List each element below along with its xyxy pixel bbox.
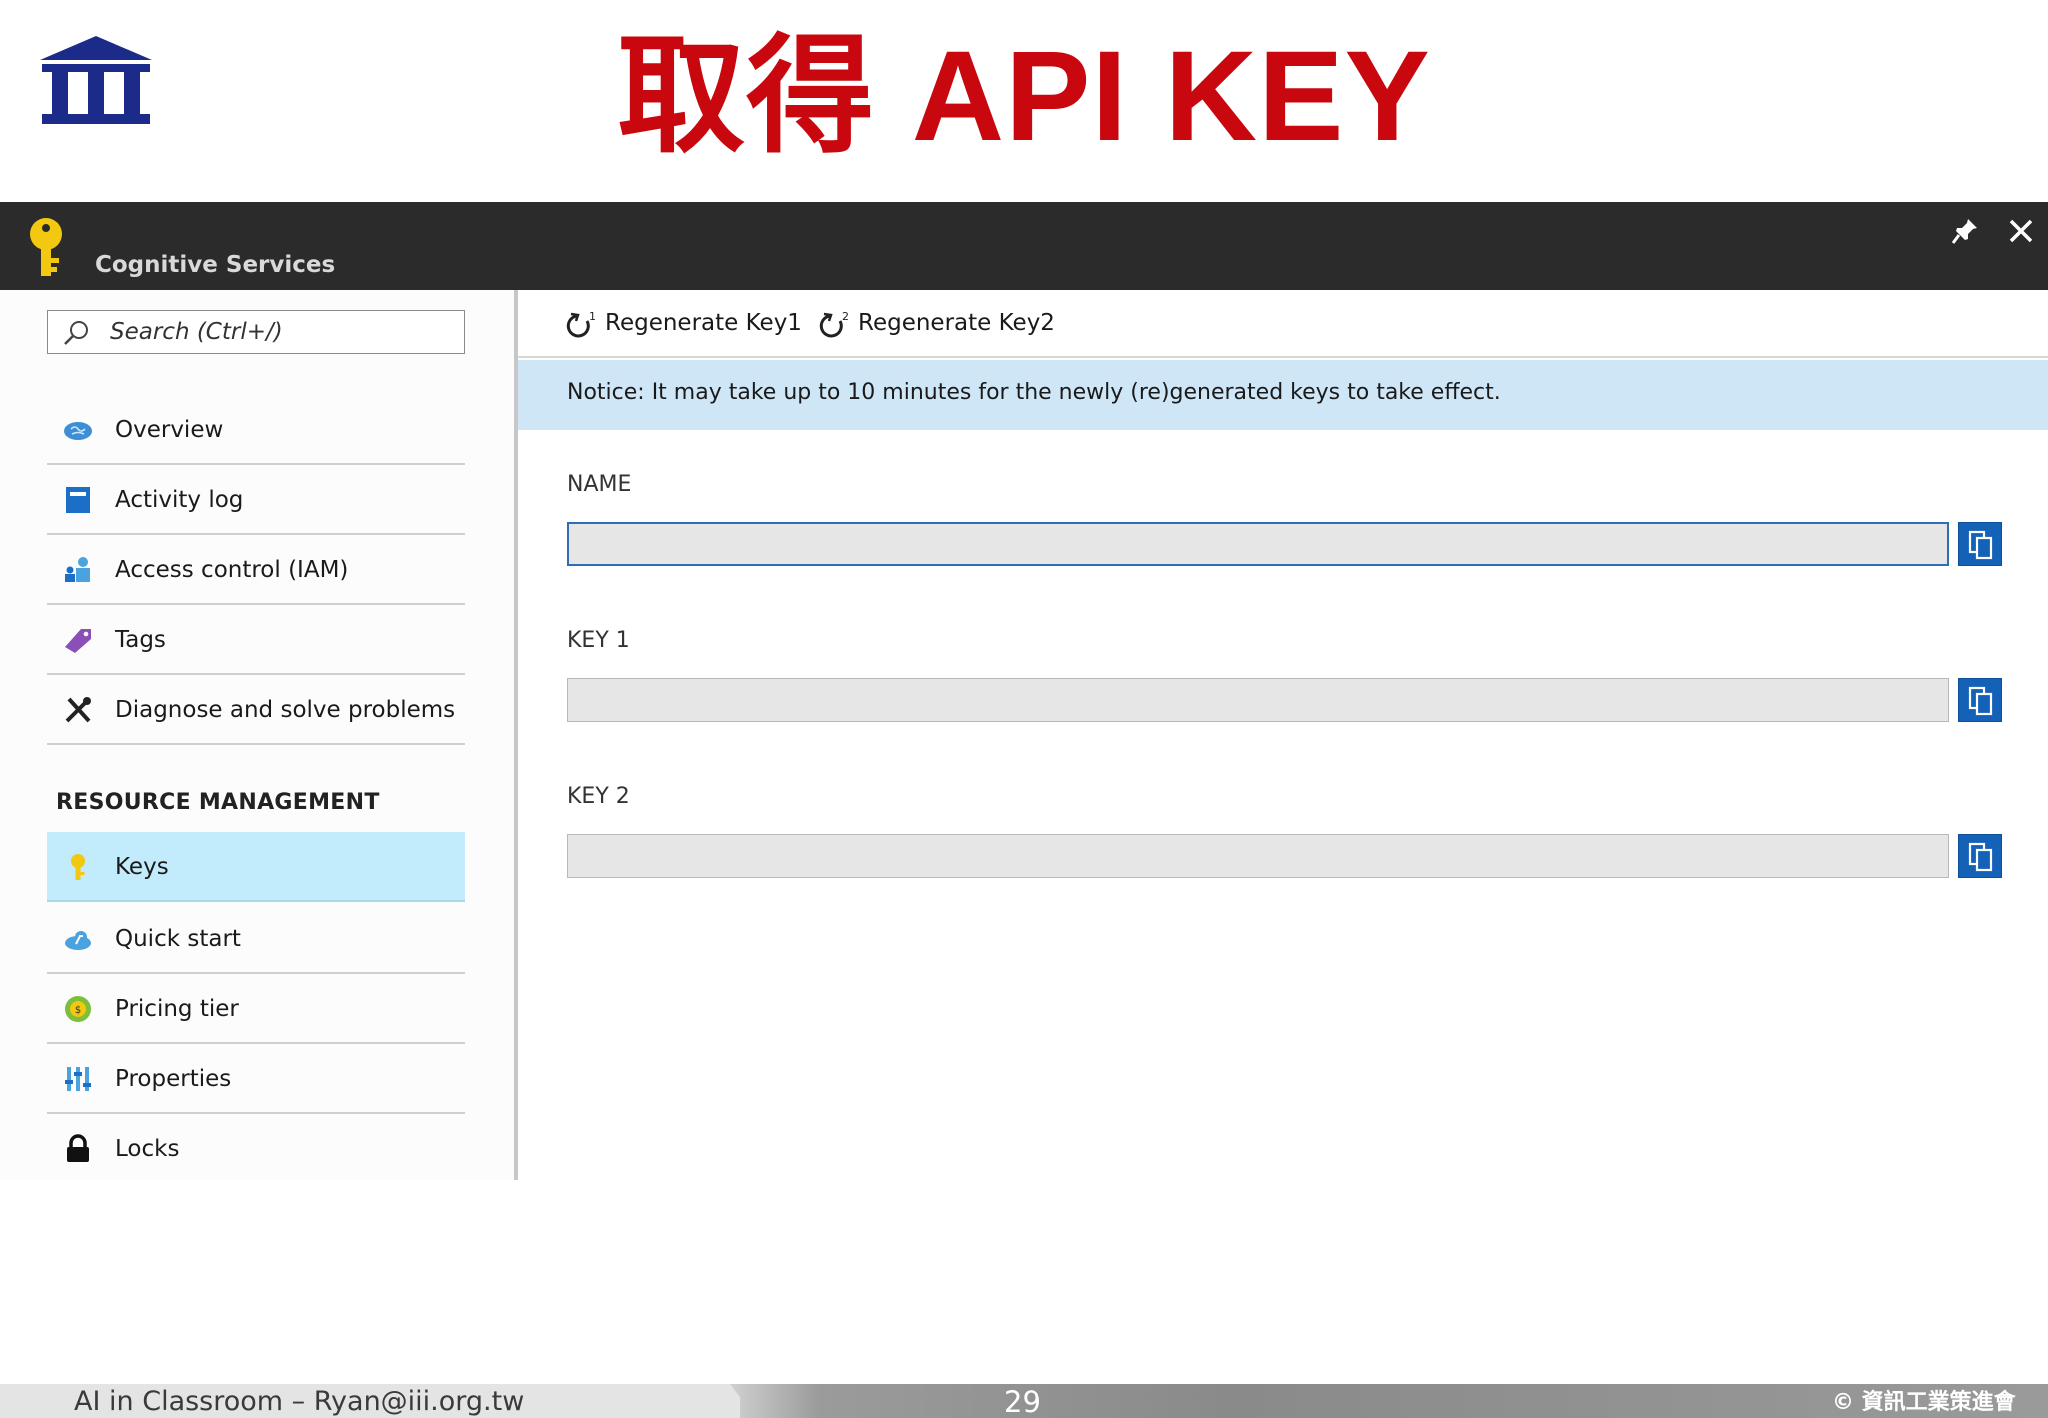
sidebar-item-pricing-tier[interactable]: $ Pricing tier <box>47 974 465 1044</box>
key-icon <box>30 218 62 276</box>
close-icon[interactable] <box>2006 216 2036 246</box>
brain-cloud-icon <box>64 422 92 440</box>
sidebar-item-quick-start[interactable]: Quick start <box>47 904 465 974</box>
regenerate-key1-label: Regenerate Key1 <box>605 310 802 336</box>
sidebar-item-label: Overview <box>115 417 224 443</box>
sidebar-item-keys[interactable]: Keys <box>47 832 465 902</box>
slide-header: 取得 API KEY <box>0 0 2048 202</box>
svg-text:1: 1 <box>589 310 596 323</box>
copy-icon <box>1968 842 1993 872</box>
key-icon <box>71 854 85 880</box>
command-toolbar: 1 Regenerate Key1 2 Regenerate Key2 <box>518 290 2048 358</box>
regenerate-key2-label: Regenerate Key2 <box>858 310 1055 336</box>
sidebar-item-overview[interactable]: Overview <box>47 395 465 465</box>
copy-icon <box>1968 686 1993 716</box>
cloud-icon <box>65 931 91 950</box>
sidebar-item-label: Keys <box>115 854 169 880</box>
key2-field[interactable] <box>567 834 1949 878</box>
blade-title: Cognitive Services <box>95 252 336 278</box>
sidebar-item-locks[interactable]: Locks <box>47 1114 465 1184</box>
regenerate-key2-button[interactable]: 2 Regenerate Key2 <box>818 308 1055 342</box>
users-icon <box>65 557 90 582</box>
sidebar-item-label: Diagnose and solve problems <box>115 697 456 723</box>
search-input[interactable] <box>110 317 450 347</box>
sidebar-item-label: Pricing tier <box>115 996 239 1022</box>
section-label-resource-management: RESOURCE MANAGEMENT <box>56 790 380 815</box>
sidebar-item-label: Properties <box>115 1066 232 1092</box>
sidebar-item-label: Quick start <box>115 926 241 952</box>
notice-text: Notice: It may take up to 10 minutes for… <box>567 380 1501 405</box>
sidebar-item-activity-log[interactable]: Activity log <box>47 465 465 535</box>
sidebar-item-tags[interactable]: Tags <box>47 605 465 675</box>
search-box[interactable] <box>47 310 465 354</box>
name-field[interactable] <box>567 522 1949 566</box>
footer-author: AI in Classroom – Ryan@iii.org.tw <box>74 1386 525 1417</box>
pricing-icon: $ <box>65 996 91 1022</box>
copy-key2-button[interactable] <box>1958 834 2002 878</box>
copy-icon <box>1968 530 1993 560</box>
refresh-icon: 2 <box>819 310 849 338</box>
copy-name-button[interactable] <box>1958 522 2002 566</box>
sidebar-item-properties[interactable]: Properties <box>47 1044 465 1114</box>
key1-field[interactable] <box>567 678 1949 722</box>
sidebar-item-label: Locks <box>115 1136 180 1162</box>
notice-banner: Notice: It may take up to 10 minutes for… <box>518 360 2048 430</box>
sidebar-item-diagnose[interactable]: Diagnose and solve problems <box>47 675 465 745</box>
blade-header: Cognitive Services <box>0 202 2048 290</box>
sidebar-item-access-control[interactable]: Access control (IAM) <box>47 535 465 605</box>
svg-text:$: $ <box>75 1005 81 1016</box>
svg-text:2: 2 <box>842 310 849 323</box>
key1-label: KEY 1 <box>567 628 630 653</box>
key2-label: KEY 2 <box>567 784 630 809</box>
search-icon <box>64 321 88 345</box>
regenerate-key1-button[interactable]: 1 Regenerate Key1 <box>565 308 802 342</box>
sidebar-item-label: Tags <box>115 627 166 653</box>
name-label: NAME <box>567 472 632 497</box>
copy-key1-button[interactable] <box>1958 678 2002 722</box>
wrench-icon <box>65 697 91 723</box>
properties-icon <box>65 1067 91 1091</box>
page-number: 29 <box>1004 1385 1041 1418</box>
slide-title: 取得 API KEY <box>617 25 1431 168</box>
refresh-icon: 1 <box>566 310 596 338</box>
pin-icon[interactable] <box>1950 216 1980 246</box>
footer-copyright: © 資訊工業策進會 <box>1832 1390 2016 1415</box>
lock-icon <box>67 1134 89 1162</box>
tag-icon <box>65 629 91 653</box>
activity-log-icon <box>66 487 90 513</box>
sidebar-item-label: Access control (IAM) <box>115 557 349 583</box>
sidebar-item-label: Activity log <box>115 487 244 513</box>
